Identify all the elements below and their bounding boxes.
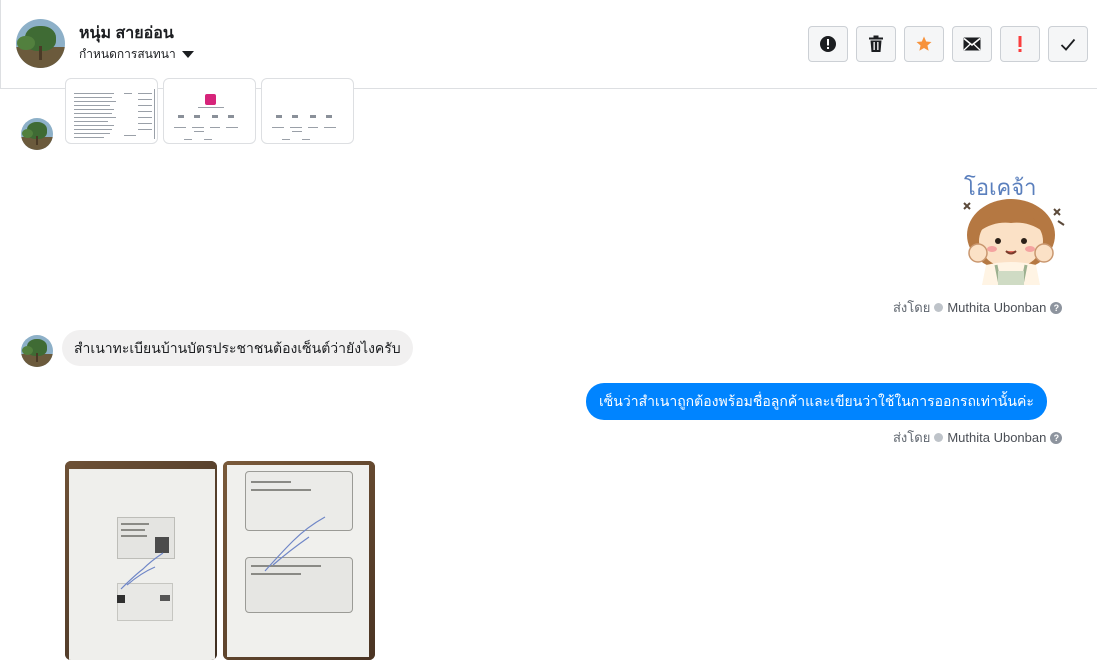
page-verified-icon (934, 303, 944, 312)
page-verified-icon (934, 433, 944, 442)
important-button[interactable] (1000, 26, 1040, 62)
id-card-copy-photo[interactable] (65, 461, 217, 660)
check-icon (1060, 38, 1076, 51)
toolbar-actions (808, 26, 1088, 62)
exclamation-icon (1018, 36, 1022, 52)
sent-by-label: ส่งโดย (893, 430, 931, 445)
ok-sticker[interactable]: โอเคจ้า (950, 165, 1072, 286)
outgoing-message[interactable]: เซ็นว่าสำเนาถูกต้องพร้อมชื่อลูกค้าและเขี… (586, 383, 1047, 420)
agent-name[interactable]: Muthita Ubonban (947, 430, 1046, 445)
star-icon (916, 36, 932, 51)
agent-name[interactable]: Muthita Ubonban (947, 300, 1046, 315)
customer-name[interactable]: หนุ่ม สายอ่อน (79, 21, 174, 46)
schedule-label: กำหนดการสนทนา (79, 47, 176, 61)
sticker-caption: โอเคจ้า (964, 175, 1037, 201)
sent-by-label: ส่งโดย (893, 300, 931, 315)
star-button[interactable] (904, 26, 944, 62)
customer-avatar-small (21, 118, 53, 150)
report-icon (820, 36, 836, 52)
document-thumbnail[interactable] (163, 78, 256, 144)
delete-button[interactable] (856, 26, 896, 62)
house-registration-copy-photo[interactable] (223, 461, 375, 660)
customer-avatar[interactable] (16, 19, 65, 68)
envelope-icon (963, 37, 981, 51)
conversation-schedule-dropdown[interactable]: กำหนดการสนทนา (79, 45, 194, 64)
document-thumbnail[interactable] (65, 78, 158, 144)
mark-done-button[interactable] (1048, 26, 1088, 62)
sent-by-line: ส่งโดย Muthita Ubonban ? (893, 297, 1063, 318)
sent-by-line: ส่งโดย Muthita Ubonban ? (893, 427, 1063, 448)
report-button[interactable] (808, 26, 848, 62)
mark-unread-button[interactable] (952, 26, 992, 62)
caret-down-icon (181, 51, 194, 58)
customer-avatar-small (21, 335, 53, 367)
help-icon[interactable]: ? (1050, 301, 1063, 314)
document-thumbnail[interactable] (261, 78, 354, 144)
help-icon[interactable]: ? (1050, 431, 1063, 444)
conversation-header: หนุ่ม สายอ่อน กำหนดการสนทนา (0, 0, 1097, 89)
trash-icon (869, 35, 883, 52)
incoming-message[interactable]: สำเนาทะเบียนบ้านบัตรประชาชนต้องเซ็นต์ว่า… (62, 330, 413, 366)
